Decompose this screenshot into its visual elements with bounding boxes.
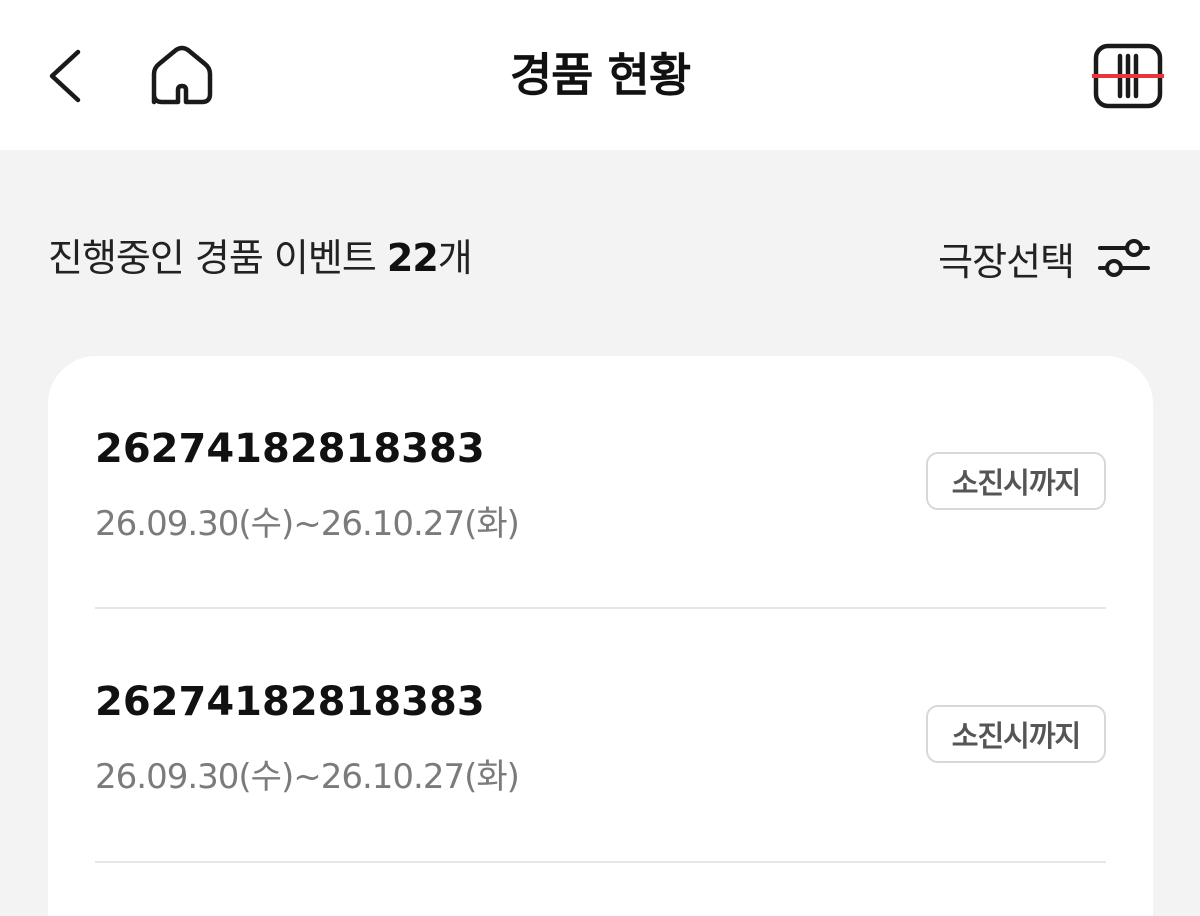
event-count: 22 [386,236,439,280]
top-app-bar: 경품 현황 [0,0,1200,150]
divider [95,861,1106,863]
summary-bar: 진행중인 경품 이벤트 22개 극장선택 [0,150,1200,355]
back-button[interactable] [30,38,106,114]
theater-select-button[interactable]: 극장선택 [938,230,1152,286]
theater-select-label: 극장선택 [938,239,1075,284]
status-badge: 소진시까지 [926,452,1106,510]
event-list-card: 26274182818383 26.09.30(수)~26.10.27(화) 소… [48,356,1153,916]
sliders-icon [1098,239,1150,277]
summary-suffix: 개 [437,236,473,280]
home-icon [151,45,213,105]
chevron-left-icon [49,49,81,103]
event-list-item[interactable]: 26274182818383 26.09.30(수)~26.10.27(화) 소… [95,356,1106,608]
event-id: 26274182818383 [95,679,485,725]
event-count-summary: 진행중인 경품 이벤트 22개 [48,230,473,286]
event-list-item[interactable]: 26274182818383 26.09.30(수)~26.10.27(화) 소… [95,609,1106,861]
status-badge: 소진시까지 [926,705,1106,763]
event-period: 26.09.30(수)~26.10.27(화) [95,757,520,797]
event-period: 26.09.30(수)~26.10.27(화) [95,504,520,544]
ticket-icon [1092,43,1164,109]
home-button[interactable] [140,38,224,114]
event-id: 26274182818383 [95,426,485,472]
page-title: 경품 현황 [509,48,691,102]
ticket-button[interactable] [1088,38,1168,114]
summary-prefix: 진행중인 경품 이벤트 [48,236,387,280]
